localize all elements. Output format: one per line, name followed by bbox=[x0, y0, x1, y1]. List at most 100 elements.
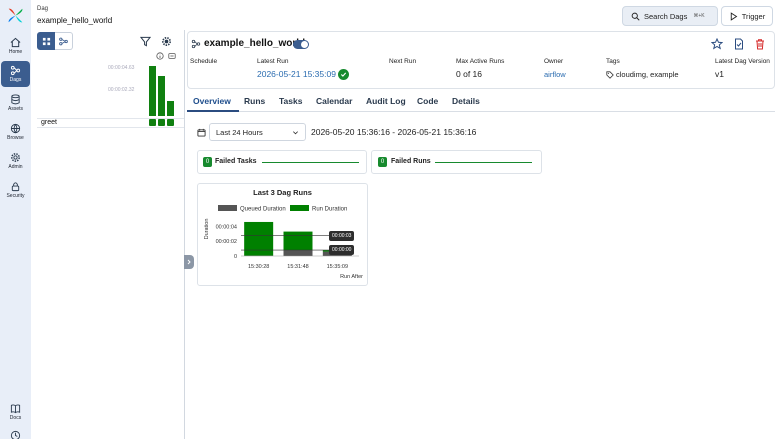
nav-docs-label: Docs bbox=[9, 415, 22, 421]
failed-runs-label: Failed Runs bbox=[391, 158, 431, 165]
nav-dags[interactable]: Dags bbox=[1, 61, 30, 87]
tab-calendar[interactable]: Calendar bbox=[316, 96, 352, 106]
owner-label: Owner bbox=[544, 58, 564, 65]
dag-version-value: v1 bbox=[715, 69, 724, 79]
nav-rail: Home Dags Assets Browse Admin Security D… bbox=[0, 0, 31, 439]
check-icon bbox=[340, 72, 347, 77]
bar-segment bbox=[283, 231, 313, 251]
tags-value: cloudimg, example bbox=[616, 70, 679, 79]
max-active-runs-value: 0 of 16 bbox=[456, 69, 482, 79]
info-button[interactable] bbox=[155, 51, 164, 60]
database-icon bbox=[11, 94, 20, 105]
reference-line-label: 00:00:03 bbox=[329, 230, 355, 241]
gear-icon bbox=[11, 153, 20, 162]
grid-tick-mid: 00:00:02.32 bbox=[108, 87, 135, 93]
info-icon bbox=[155, 51, 164, 60]
play-icon bbox=[730, 11, 738, 21]
panel-divider[interactable] bbox=[184, 30, 185, 439]
y-tick-label: 00:00:04 bbox=[216, 224, 237, 230]
calendar-icon bbox=[197, 128, 206, 137]
nav-home[interactable]: Home bbox=[1, 33, 30, 59]
active-tab-indicator bbox=[187, 110, 239, 112]
trigger-label: Trigger bbox=[741, 11, 766, 21]
latest-run-label: Latest Run bbox=[257, 58, 289, 65]
owner-link[interactable]: airflow bbox=[544, 70, 566, 79]
grid-view-button[interactable] bbox=[37, 32, 55, 50]
reference-line-label: 00:00:00 bbox=[329, 245, 355, 256]
tab-divider bbox=[187, 111, 775, 112]
failed-tasks-label: Failed Tasks bbox=[215, 158, 257, 165]
trash-icon[interactable] bbox=[754, 38, 766, 50]
task-instance-cell[interactable] bbox=[149, 119, 156, 126]
nav-security[interactable]: Security bbox=[1, 177, 30, 203]
run-bar[interactable] bbox=[158, 75, 165, 116]
tab-code[interactable]: Code bbox=[417, 96, 438, 106]
breadcrumb-dag-name[interactable]: example_hello_world bbox=[37, 16, 112, 25]
nav-assets[interactable]: Assets bbox=[1, 90, 30, 116]
task-name-greet[interactable]: greet bbox=[41, 119, 57, 126]
graph-view-button[interactable] bbox=[55, 32, 73, 50]
run-bar[interactable] bbox=[167, 100, 174, 116]
chevron-down-icon bbox=[293, 131, 298, 135]
breadcrumb[interactable]: Dag bbox=[37, 6, 48, 12]
bar-segment bbox=[283, 250, 313, 256]
y-tick-label: 00:00:02 bbox=[216, 239, 237, 245]
dag-version-label: Latest Dag Version bbox=[715, 58, 770, 65]
trigger-button[interactable]: Trigger bbox=[721, 6, 773, 26]
collapse-panel-button[interactable] bbox=[184, 255, 194, 269]
y-axis-label: Duration bbox=[204, 219, 210, 240]
nav-home-label: Home bbox=[8, 49, 23, 55]
grid-settings-button[interactable] bbox=[160, 35, 172, 47]
max-active-runs-label: Max Active Runs bbox=[456, 58, 505, 65]
tab-tasks[interactable]: Tasks bbox=[279, 96, 302, 106]
tab-audit-log[interactable]: Audit Log bbox=[366, 96, 406, 106]
nav-admin[interactable]: Admin bbox=[1, 148, 30, 174]
app: Home Dags Assets Browse Admin Security D… bbox=[0, 0, 780, 439]
run-bar[interactable] bbox=[149, 66, 156, 116]
airflow-logo[interactable] bbox=[7, 7, 24, 24]
task-instance-cell[interactable] bbox=[167, 119, 174, 126]
task-instance-cell[interactable] bbox=[158, 119, 165, 126]
legend-label: Queued Duration bbox=[240, 207, 286, 213]
tab-overview[interactable]: Overview bbox=[193, 96, 231, 106]
time-range-select[interactable]: Last 24 Hours bbox=[209, 123, 306, 141]
chevron-right-icon bbox=[187, 259, 191, 265]
tab-details[interactable]: Details bbox=[452, 96, 480, 106]
dag-icon bbox=[191, 39, 201, 49]
failed-tasks-count: 0 bbox=[203, 157, 212, 167]
filter-button[interactable] bbox=[139, 35, 151, 47]
search-shortcut: ⌘+K bbox=[693, 13, 705, 19]
search-icon bbox=[631, 12, 640, 21]
time-range-value: Last 24 Hours bbox=[216, 127, 263, 137]
x-tick-label: 15:30:28 bbox=[248, 264, 269, 270]
nav-dags-label: Dags bbox=[9, 77, 22, 83]
dags-icon bbox=[10, 65, 21, 76]
next-run-label: Next Run bbox=[389, 58, 417, 65]
nav-assets-label: Assets bbox=[7, 106, 23, 112]
search-dags-button[interactable]: Search Dags ⌘+K bbox=[622, 6, 718, 26]
lock-icon bbox=[11, 182, 20, 192]
graph-icon bbox=[59, 37, 68, 45]
nav-browse-label: Browse bbox=[7, 135, 24, 141]
view-toggle bbox=[37, 32, 73, 50]
expand-icon bbox=[167, 52, 176, 59]
favorite-star-icon[interactable] bbox=[711, 38, 723, 50]
x-axis-label: Run After bbox=[340, 274, 363, 280]
y-tick-label: 0 bbox=[234, 254, 237, 260]
nav-browse[interactable]: Browse bbox=[1, 119, 30, 145]
tab-runs[interactable]: Runs bbox=[244, 96, 265, 106]
dag-title: example_hello_world bbox=[204, 38, 306, 49]
book-icon bbox=[10, 404, 21, 414]
tag-icon bbox=[606, 71, 614, 79]
x-tick-label: 15:31:48 bbox=[287, 264, 308, 270]
nav-docs[interactable]: Docs bbox=[1, 399, 30, 425]
latest-run-link[interactable]: 2026-05-21 15:35:09 bbox=[257, 69, 336, 79]
time-range-text: 2026-05-20 15:36:16 - 2026-05-21 15:36:1… bbox=[311, 127, 477, 137]
pause-toggle[interactable] bbox=[293, 40, 309, 49]
failed-runs-sparkline bbox=[435, 162, 532, 163]
clock-icon[interactable] bbox=[10, 430, 21, 439]
zoom-button[interactable] bbox=[167, 51, 176, 60]
tags-label: Tags bbox=[606, 58, 620, 65]
parse-dag-icon[interactable] bbox=[733, 38, 745, 50]
bar-segment bbox=[244, 221, 274, 256]
